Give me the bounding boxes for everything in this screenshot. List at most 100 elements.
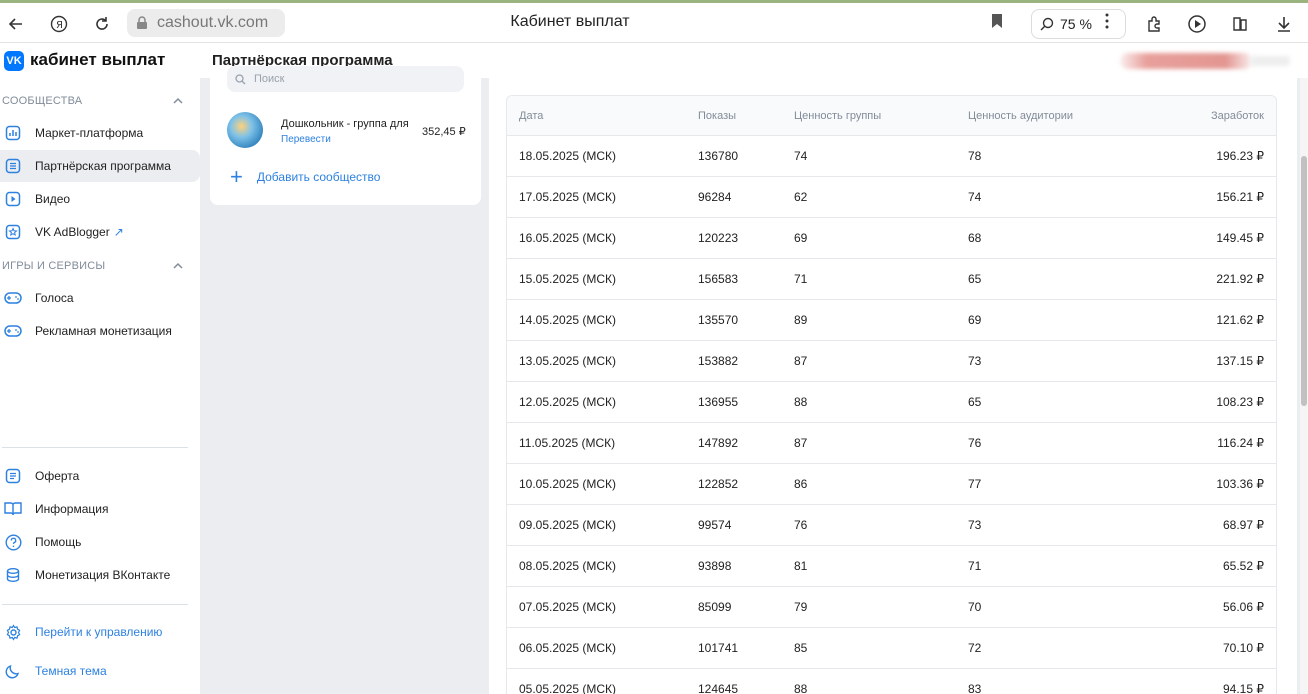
sidebar-item-label: Голоса <box>35 291 74 305</box>
sidebar-item-go-to-management[interactable]: Перейти к управлению <box>0 616 200 648</box>
community-avatar[interactable] <box>227 112 263 148</box>
table-row: 17.05.2025 (МСК) 96284 62 74 156.21 ₽ <box>507 177 1276 218</box>
market-icon <box>4 124 22 142</box>
sidebar-item-label: Маркет-платформа <box>35 126 144 140</box>
svg-text:Я: Я <box>56 20 63 31</box>
search-input[interactable]: Поиск <box>227 66 464 92</box>
media-button[interactable] <box>1183 10 1211 38</box>
address-bar[interactable]: cashout.vk.com <box>127 9 285 37</box>
cell-audience-value: 72 <box>968 641 982 655</box>
sidebar-item-help[interactable]: Помощь <box>0 526 200 558</box>
sidebar-item-label: Оферта <box>35 469 80 483</box>
column-header-earnings[interactable]: Заработок <box>1211 96 1264 135</box>
cell-views: 93898 <box>698 559 732 573</box>
gamepad-icon <box>4 322 22 340</box>
brand-title: кабинет выплат <box>30 50 166 69</box>
cell-group-value: 86 <box>794 477 808 491</box>
add-community-button[interactable]: + Добавить сообщество <box>230 166 381 188</box>
sidebar-item-votes[interactable]: Голоса <box>0 282 200 314</box>
cell-views: 101741 <box>698 641 739 655</box>
cell-audience-value: 65 <box>968 272 982 286</box>
puzzle-icon <box>1148 16 1160 32</box>
cell-group-value: 76 <box>794 518 808 532</box>
add-community-label: Добавить сообщество <box>256 170 381 184</box>
cell-date: 14.05.2025 (МСК) <box>519 313 617 327</box>
column-header-group-value[interactable]: Ценность группы <box>794 96 881 135</box>
play-icon <box>1188 15 1206 33</box>
video-icon <box>4 190 22 208</box>
translate-link[interactable]: Перевести <box>281 134 331 145</box>
sidebar-item-market-platform[interactable]: Маркет-платформа <box>0 117 200 149</box>
sidebar-item-offer[interactable]: Оферта <box>0 460 200 492</box>
cell-group-value: 71 <box>794 272 808 286</box>
cell-group-value: 74 <box>794 149 808 163</box>
cell-group-value: 85 <box>794 641 808 655</box>
sidebar-item-vk-adblogger[interactable]: VK AdBlogger ↗ <box>0 216 200 248</box>
table-row: 18.05.2025 (МСК) 136780 74 78 196.23 ₽ <box>507 136 1276 177</box>
sidebar-item-dark-theme[interactable]: Темная тема <box>0 655 200 687</box>
more-menu-button[interactable] <box>1104 13 1110 34</box>
cell-earnings: 108.23 ₽ <box>1216 395 1264 409</box>
cell-earnings: 121.62 ₽ <box>1216 313 1264 327</box>
moon-icon <box>4 662 22 680</box>
sidebar-item-partner-program[interactable]: Партнёрская программа <box>0 150 200 182</box>
sidebar-item-label: Темная тема <box>35 664 107 678</box>
cell-earnings: 116.24 ₽ <box>1217 436 1264 450</box>
table-row: 06.05.2025 (МСК) 101741 85 72 70.10 ₽ <box>507 628 1276 669</box>
sidebar-item-label: Перейти к управлению <box>35 625 163 639</box>
chevron-up-icon[interactable] <box>172 95 184 107</box>
cell-date: 10.05.2025 (МСК) <box>519 477 617 491</box>
bookmark-icon <box>992 14 1002 28</box>
column-header-views[interactable]: Показы <box>698 96 736 135</box>
sidebar-item-vk-monetization[interactable]: Монетизация ВКонтакте <box>0 559 200 591</box>
bookmark-button[interactable] <box>990 13 1004 34</box>
user-menu-extra <box>1250 56 1290 66</box>
vk-logo-icon[interactable]: VK <box>4 51 24 71</box>
gamepad-icon <box>4 289 22 307</box>
downloads-button[interactable] <box>1270 10 1298 38</box>
browser-toolbar: Я cashout.vk.com Кабинет выплат 75 % <box>0 0 1308 43</box>
cell-audience-value: 68 <box>968 231 982 245</box>
cell-group-value: 81 <box>794 559 808 573</box>
back-button[interactable] <box>2 10 30 38</box>
community-name[interactable]: Дошкольник - группа для <box>281 118 416 130</box>
book-icon <box>4 500 22 518</box>
cell-audience-value: 69 <box>968 313 982 327</box>
sidebar-item-label: Видео <box>35 192 71 206</box>
cell-group-value: 88 <box>794 395 808 409</box>
reload-button[interactable] <box>88 10 116 38</box>
page-title: Кабинет выплат <box>510 13 630 30</box>
sidebar-item-ad-monetization[interactable]: Рекламная монетизация <box>0 315 200 347</box>
scroll-thumb[interactable] <box>1301 156 1307 406</box>
cell-views: 85099 <box>698 600 732 614</box>
cell-earnings: 94.15 ₽ <box>1223 682 1264 694</box>
search-placeholder: Поиск <box>254 73 285 85</box>
user-menu[interactable] <box>1120 53 1252 69</box>
cell-audience-value: 65 <box>968 395 982 409</box>
column-header-audience-value[interactable]: Ценность аудитории <box>968 96 1073 135</box>
cell-views: 135570 <box>698 313 739 327</box>
cell-date: 09.05.2025 (МСК) <box>519 518 617 532</box>
collections-button[interactable] <box>1226 10 1254 38</box>
sidebar-item-info[interactable]: Информация <box>0 493 200 525</box>
cell-earnings: 56.06 ₽ <box>1223 600 1264 614</box>
cell-earnings: 196.23 ₽ <box>1216 149 1264 163</box>
url-text: cashout.vk.com <box>157 14 269 31</box>
chevron-up-icon[interactable] <box>172 260 184 272</box>
sidebar-item-video[interactable]: Видео <box>0 183 200 215</box>
cell-audience-value: 83 <box>968 682 982 694</box>
sidebar-item-label: Информация <box>35 502 109 516</box>
sidebar-item-label: VK AdBlogger <box>35 225 110 239</box>
yandex-button[interactable]: Я <box>45 10 73 38</box>
extensions-button[interactable] <box>1141 10 1169 38</box>
column-header-date[interactable]: Дата <box>519 96 543 135</box>
scrollbar[interactable] <box>1300 78 1308 694</box>
cell-views: 120223 <box>698 231 739 245</box>
sidebar-divider <box>2 447 188 448</box>
sidebar: Сообщества Маркет-платформа Партнёрская … <box>0 78 200 694</box>
cell-date: 12.05.2025 (МСК) <box>519 395 617 409</box>
cell-views: 122852 <box>698 477 739 491</box>
cell-date: 18.05.2025 (МСК) <box>519 149 617 163</box>
cell-audience-value: 76 <box>968 436 982 450</box>
zoom-control[interactable]: 75 % <box>1031 9 1126 39</box>
